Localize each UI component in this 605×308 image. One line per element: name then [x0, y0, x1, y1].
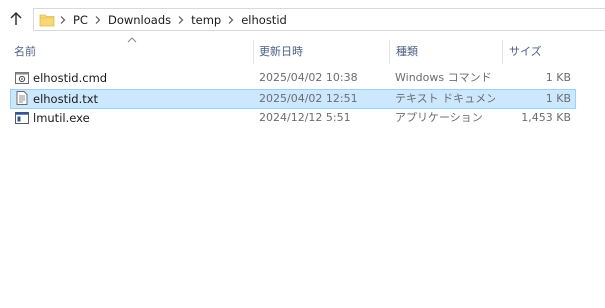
file-size: 1 KB: [545, 71, 571, 84]
navigation-bar: PC Downloads temp elhostid: [0, 0, 605, 38]
file-name: lmutil.exe: [33, 111, 90, 125]
column-divider[interactable]: [389, 40, 390, 64]
chevron-right-icon[interactable]: [90, 9, 106, 31]
file-size: 1 KB: [545, 92, 571, 105]
chevron-right-icon[interactable]: [223, 9, 239, 31]
file-name: elhostid.cmd: [33, 71, 108, 85]
breadcrumb-temp[interactable]: temp: [189, 13, 223, 27]
file-size: 1,453 KB: [521, 111, 571, 124]
up-arrow-icon[interactable]: [8, 10, 24, 28]
file-type: テキスト ドキュメント: [395, 92, 495, 105]
file-modified-date: 2025/04/02 10:38: [259, 71, 358, 84]
chevron-right-icon[interactable]: [55, 9, 71, 31]
cmd-file-icon: [14, 70, 30, 86]
exe-file-icon: [14, 110, 30, 126]
address-bar[interactable]: PC Downloads temp elhostid: [33, 8, 605, 31]
column-divider[interactable]: [502, 40, 503, 64]
file-row[interactable]: elhostid.cmd 2025/04/02 10:38 Windows コマ…: [10, 69, 576, 89]
file-modified-date: 2025/04/02 12:51: [259, 92, 358, 105]
text-file-icon: [14, 90, 30, 106]
chevron-right-icon[interactable]: [173, 9, 189, 31]
file-row[interactable]: lmutil.exe 2024/12/12 5:51 アプリケーション 1,45…: [10, 109, 576, 129]
column-header-name[interactable]: 名前: [14, 40, 36, 64]
file-row-selected[interactable]: elhostid.txt 2025/04/02 12:51 テキスト ドキュメン…: [10, 89, 576, 109]
column-header-size[interactable]: サイズ: [509, 40, 542, 64]
breadcrumb-elhostid[interactable]: elhostid: [239, 13, 289, 27]
folder-icon: [39, 12, 55, 27]
column-header-type[interactable]: 種類: [396, 40, 418, 64]
file-type: Windows コマンド ...: [395, 71, 495, 84]
file-name: elhostid.txt: [33, 92, 99, 106]
column-header-row: 名前 更新日時 種類 サイズ: [0, 40, 605, 64]
column-divider[interactable]: [253, 40, 254, 64]
breadcrumb-downloads[interactable]: Downloads: [106, 13, 173, 27]
breadcrumb-pc[interactable]: PC: [71, 13, 90, 27]
file-type: アプリケーション: [395, 111, 483, 124]
file-modified-date: 2024/12/12 5:51: [259, 111, 351, 124]
column-header-date[interactable]: 更新日時: [259, 40, 303, 64]
